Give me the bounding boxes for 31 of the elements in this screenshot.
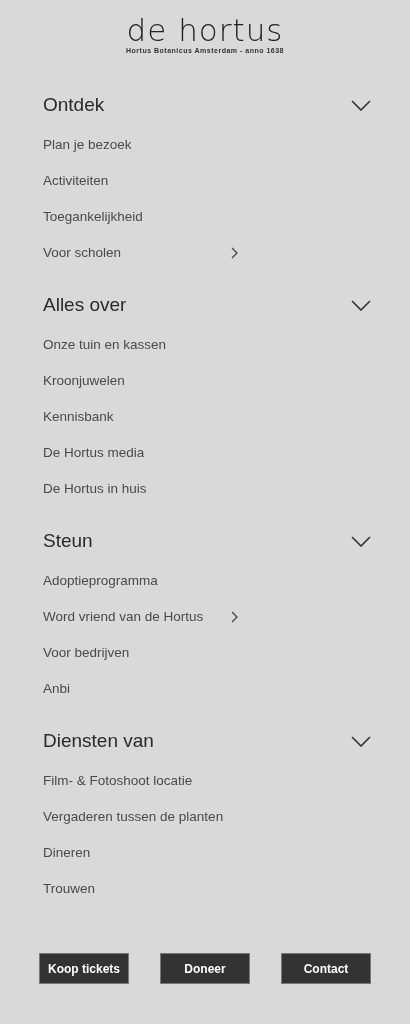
section-heading[interactable]: Steun: [43, 526, 93, 556]
menu-link[interactable]: Voor scholen: [43, 242, 231, 264]
menu-link[interactable]: Kroonjuwelen: [43, 370, 231, 392]
menu-link[interactable]: Film- & Fotoshoot locatie: [43, 770, 231, 792]
menu-link[interactable]: Kennisbank: [43, 406, 231, 428]
menu-link[interactable]: Voor bedrijven: [43, 642, 231, 664]
menu-link[interactable]: Word vriend van de Hortus: [43, 606, 231, 628]
chevron-right-icon[interactable]: [231, 247, 238, 259]
chevron-right-icon[interactable]: [231, 611, 238, 623]
chevron-icon[interactable]: [351, 299, 371, 311]
action-button[interactable]: Doneer: [160, 953, 250, 984]
chevron-icon[interactable]: [351, 735, 371, 747]
menu-link[interactable]: Plan je bezoek: [43, 134, 231, 156]
menu-link[interactable]: De Hortus media: [43, 442, 231, 464]
chevron-icon[interactable]: [351, 535, 371, 547]
section-heading[interactable]: Diensten van: [43, 726, 154, 756]
menu-link[interactable]: Activiteiten: [43, 170, 231, 192]
action-button[interactable]: Contact: [281, 953, 371, 984]
menu-link[interactable]: Trouwen: [43, 878, 231, 900]
menu-link[interactable]: Onze tuin en kassen: [43, 334, 231, 356]
section-heading[interactable]: Ontdek: [43, 90, 105, 120]
action-button[interactable]: Koop tickets: [39, 953, 129, 984]
menu-link[interactable]: Toegankelijkheid: [43, 206, 231, 228]
menu-link[interactable]: Anbi: [43, 678, 231, 700]
menu-link[interactable]: De Hortus in huis: [43, 478, 231, 500]
section-heading[interactable]: Alles over: [43, 290, 127, 320]
menu-link[interactable]: Adoptieprogramma: [43, 570, 231, 592]
menu-link[interactable]: Dineren: [43, 842, 231, 864]
menu-link[interactable]: Vergaderen tussen de planten: [43, 806, 231, 828]
chevron-icon[interactable]: [351, 99, 371, 111]
logo-wordmark[interactable]: de hortus: [126, 14, 284, 46]
